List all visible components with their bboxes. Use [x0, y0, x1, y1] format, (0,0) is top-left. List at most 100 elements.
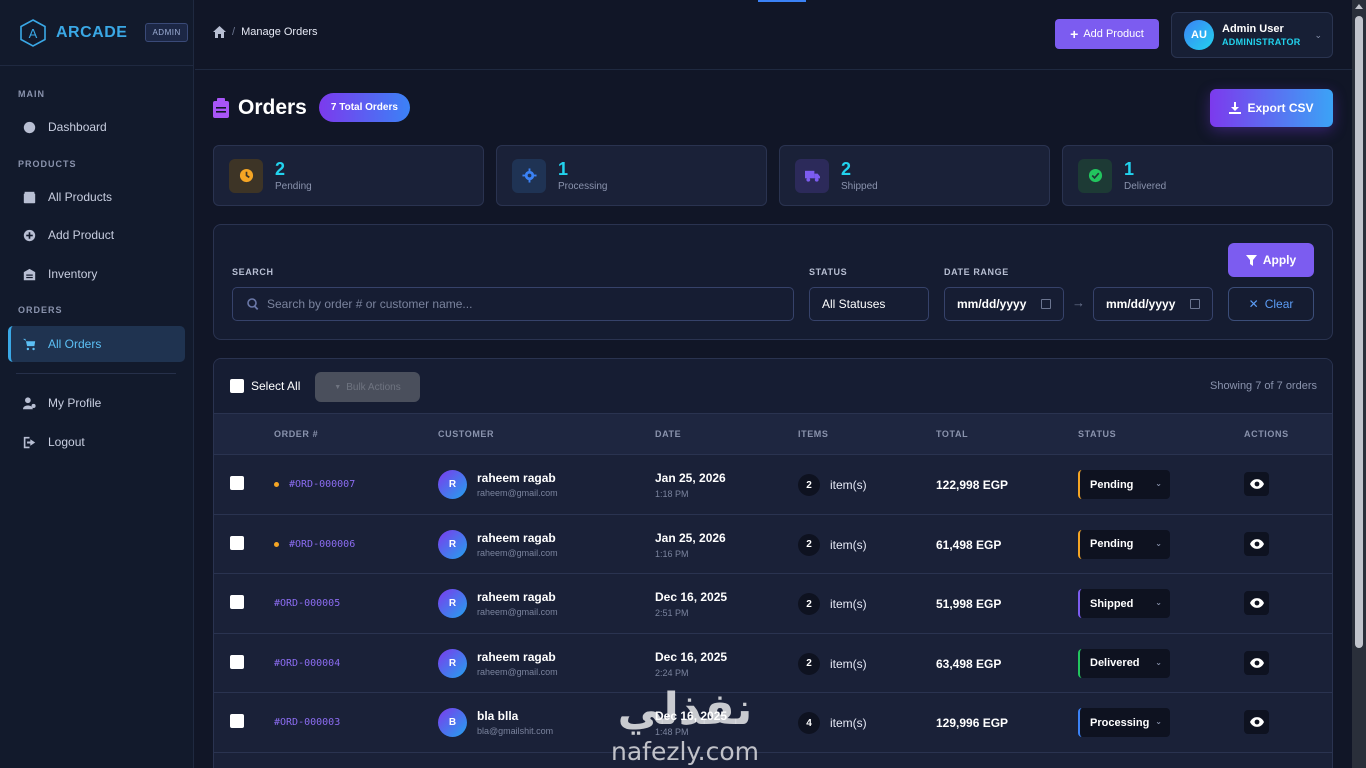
select-all-checkbox[interactable]	[230, 379, 244, 393]
sidebar-item-all-orders[interactable]: All Orders	[8, 326, 185, 362]
bulk-actions-button[interactable]: ▼ Bulk Actions	[315, 372, 420, 402]
scroll-up-arrow-icon[interactable]	[1355, 4, 1363, 9]
apply-button[interactable]: Apply	[1228, 243, 1314, 277]
row-checkbox[interactable]	[230, 476, 244, 490]
status-dropdown[interactable]: Shipped ⌄	[1078, 589, 1170, 618]
chevron-down-icon: ⌄	[1155, 598, 1162, 607]
sidebar-item-logout[interactable]: Logout	[8, 424, 185, 460]
search-field[interactable]	[232, 287, 794, 321]
order-number: #ORD-000004	[274, 657, 341, 669]
scrollbar-thumb[interactable]	[1355, 16, 1363, 648]
sidebar-item-dashboard[interactable]: Dashboard	[8, 109, 185, 145]
customer-name: bla blla	[477, 709, 519, 723]
date-to-input[interactable]: mm/dd/yyyy	[1093, 287, 1213, 321]
status-dropdown[interactable]: Pending ⌄	[1078, 529, 1170, 559]
sidebar-item-add-product[interactable]: Add Product	[8, 217, 185, 253]
date-from-value: mm/dd/yyyy	[957, 297, 1027, 311]
items-label: item(s)	[830, 537, 867, 552]
cart-icon	[21, 336, 37, 352]
calendar-icon[interactable]	[1190, 299, 1200, 309]
status-dropdown[interactable]: Pending ⌄	[1078, 470, 1170, 499]
status-label: STATUS	[809, 267, 848, 277]
sidebar-item-label: Inventory	[48, 267, 98, 281]
status-select[interactable]: All Statuses	[809, 287, 929, 321]
nav-divider	[16, 373, 176, 374]
order-link[interactable]: #ORD-000006	[274, 539, 355, 550]
view-order-button[interactable]	[1244, 591, 1269, 615]
row-checkbox[interactable]	[230, 714, 244, 728]
gear-icon	[512, 158, 546, 193]
stat-value: 2	[841, 158, 852, 179]
order-link[interactable]: #ORD-000004	[274, 658, 340, 669]
svg-text:A: A	[29, 26, 38, 41]
sidebar-item-inventory[interactable]: Inventory	[8, 256, 185, 292]
search-label: SEARCH	[232, 267, 274, 277]
caret-down-icon: ▼	[334, 383, 342, 391]
clock-icon	[229, 158, 263, 193]
export-csv-button[interactable]: Export CSV	[1210, 89, 1333, 127]
items-count: 4	[798, 712, 820, 734]
avatar: R	[438, 529, 467, 559]
new-order-dot	[274, 482, 279, 487]
column-header-items[interactable]: ITEMS	[798, 429, 829, 439]
view-order-button[interactable]	[1244, 650, 1269, 675]
column-header-customer[interactable]: CUSTOMER	[438, 429, 494, 439]
filter-panel: SEARCH STATUS All Statuses DATE RANGE mm…	[213, 224, 1333, 340]
items-count: 2	[798, 652, 820, 675]
apply-label: Apply	[1262, 253, 1297, 267]
add-product-button[interactable]: + Add Product	[1055, 19, 1159, 49]
sidebar-item-label: Dashboard	[48, 120, 107, 134]
customer-name: raheem ragab	[477, 471, 556, 485]
avatar: R	[438, 648, 467, 678]
table-row: #ORD-000003 B bla blla bla@gmailshit.com…	[214, 693, 1332, 753]
sidebar: A ARCADE ADMIN MAIN Dashboard PRODUCTS A…	[0, 0, 194, 768]
download-icon	[1229, 102, 1242, 114]
select-all[interactable]: Select All	[230, 379, 300, 393]
status-dropdown[interactable]: Delivered ⌄	[1078, 648, 1170, 678]
bulk-actions-label: Bulk Actions	[346, 381, 401, 393]
order-total: 63,498 EGP	[936, 656, 1002, 671]
clear-button[interactable]: ✕ Clear	[1228, 287, 1314, 321]
nafezly-watermark: نفذلي nafezly.com	[611, 684, 759, 766]
view-order-button[interactable]	[1244, 472, 1269, 496]
date-to-value: mm/dd/yyyy	[1106, 297, 1176, 311]
status-dropdown[interactable]: Processing ⌄	[1078, 708, 1170, 737]
stat-label: Pending	[275, 180, 312, 192]
date-range-label: DATE RANGE	[944, 267, 1009, 277]
home-icon[interactable]	[213, 26, 226, 38]
row-checkbox[interactable]	[230, 595, 244, 609]
date-from-input[interactable]: mm/dd/yyyy	[944, 287, 1064, 321]
chevron-down-icon: ⌄	[1155, 538, 1162, 548]
order-total: 51,998 EGP	[936, 597, 1002, 611]
view-order-button[interactable]	[1244, 710, 1269, 734]
box-icon	[21, 189, 37, 205]
sidebar-item-all-products[interactable]: All Products	[8, 179, 185, 215]
view-order-button[interactable]	[1244, 531, 1269, 556]
order-link[interactable]: #ORD-000003	[274, 717, 340, 728]
select-all-label: Select All	[251, 379, 301, 393]
search-input[interactable]	[267, 297, 767, 311]
items-count: 2	[798, 593, 820, 615]
page-title: Orders	[238, 95, 307, 119]
calendar-icon[interactable]	[1041, 299, 1051, 309]
chevron-down-icon: ⌄	[1314, 30, 1322, 40]
order-link[interactable]: #ORD-000007	[274, 479, 355, 490]
order-date: Jan 25, 2026	[655, 530, 726, 545]
breadcrumb: / Manage Orders	[213, 26, 318, 38]
column-header-order[interactable]: ORDER #	[274, 429, 318, 439]
column-header-date[interactable]: DATE	[655, 429, 681, 439]
page-scrollbar[interactable]	[1352, 0, 1366, 768]
customer-name: raheem ragab	[477, 530, 556, 545]
brand[interactable]: A ARCADE ADMIN	[0, 0, 193, 66]
column-header-status[interactable]: STATUS	[1078, 429, 1116, 439]
eye-icon	[1249, 657, 1264, 668]
brand-logo-icon: A	[20, 18, 46, 47]
nav-section-orders: ORDERS	[18, 305, 63, 315]
new-order-dot	[274, 541, 279, 547]
row-checkbox[interactable]	[230, 654, 244, 669]
sidebar-item-my-profile[interactable]: My Profile	[8, 385, 185, 421]
row-checkbox[interactable]	[230, 535, 244, 550]
user-menu[interactable]: AU Admin User ADMINISTRATOR ⌄	[1171, 12, 1333, 58]
column-header-total[interactable]: TOTAL	[936, 429, 968, 439]
order-link[interactable]: #ORD-000005	[274, 598, 340, 609]
